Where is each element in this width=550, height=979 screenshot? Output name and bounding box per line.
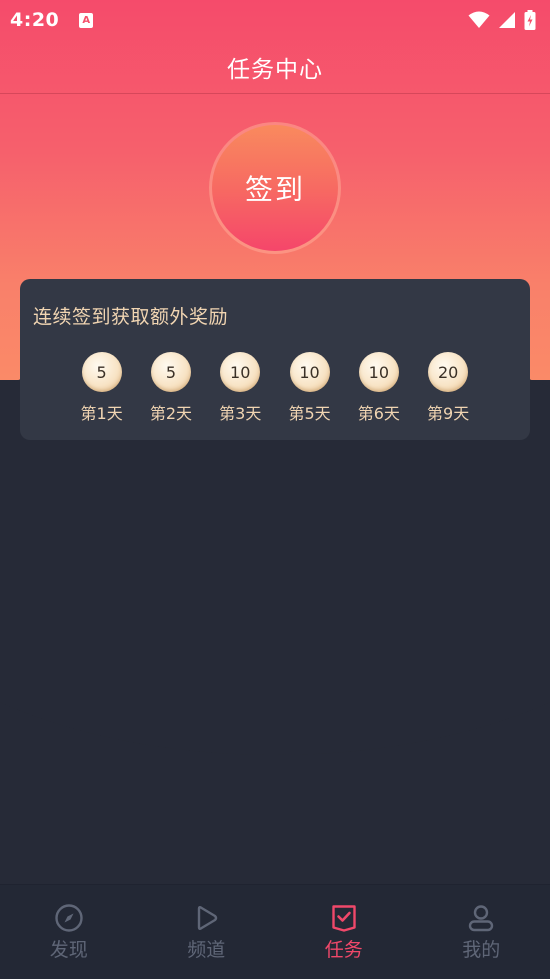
task-center-screen: 4:20 A 任务中心 签到 连续签到获取额外奖励 5 第1天 5 第2天 10…	[0, 0, 550, 979]
reward-day-3: 10 第3天	[206, 352, 275, 424]
reward-day-1: 5 第1天	[67, 352, 136, 424]
reward-coin: 5	[81, 352, 122, 392]
reward-day-2: 5 第2天	[136, 352, 205, 424]
reward-card-title: 连续签到获取额外奖励	[33, 306, 229, 328]
checkin-button[interactable]: 签到	[212, 125, 338, 251]
nav-item-profile[interactable]: 我的	[413, 885, 550, 979]
reward-day-label: 第3天	[219, 404, 262, 423]
reward-coin: 5	[150, 352, 191, 392]
notification-app-icon: A	[79, 12, 94, 28]
page-title: 任务中心	[227, 56, 323, 83]
reward-day-label: 第9天	[427, 404, 470, 423]
reward-coin: 10	[289, 352, 330, 392]
reward-day-label: 第1天	[80, 404, 123, 423]
compass-icon	[55, 904, 83, 932]
user-icon	[469, 905, 494, 932]
reward-coin: 10	[358, 352, 399, 392]
nav-label: 发现	[49, 939, 88, 961]
reward-day-5: 10 第5天	[275, 352, 344, 424]
status-indicators	[468, 10, 536, 30]
battery-charging-icon	[524, 10, 536, 30]
nav-label: 我的	[462, 939, 501, 961]
reward-days-row: 5 第1天 5 第2天 10 第3天 10 第5天 10 第6天 20 第9天	[67, 352, 483, 424]
consecutive-checkin-reward-card: 连续签到获取额外奖励 5 第1天 5 第2天 10 第3天 10 第5天 10 …	[20, 279, 530, 440]
cell-signal-icon	[499, 12, 515, 28]
reward-coin: 10	[220, 352, 261, 392]
task-check-icon	[332, 905, 356, 932]
nav-item-discover[interactable]: 发现	[0, 885, 138, 979]
play-icon	[198, 906, 218, 930]
reward-day-9: 20 第9天	[413, 352, 482, 424]
top-app-bar: 任务中心	[0, 40, 550, 94]
bottom-navigation: 发现 频道 任务 我的	[0, 884, 550, 979]
reward-day-label: 第6天	[357, 404, 400, 423]
reward-coin: 20	[428, 352, 469, 392]
status-bar: 4:20 A	[0, 0, 550, 40]
reward-day-label: 第2天	[149, 404, 193, 423]
wifi-icon	[468, 11, 490, 28]
reward-day-label: 第5天	[288, 404, 331, 423]
status-time: 4:20	[10, 9, 60, 31]
nav-item-channels[interactable]: 频道	[138, 885, 276, 979]
nav-label: 频道	[187, 939, 226, 961]
reward-day-6: 10 第6天	[344, 352, 413, 424]
nav-item-tasks[interactable]: 任务	[275, 885, 413, 979]
nav-label: 任务	[324, 939, 363, 961]
